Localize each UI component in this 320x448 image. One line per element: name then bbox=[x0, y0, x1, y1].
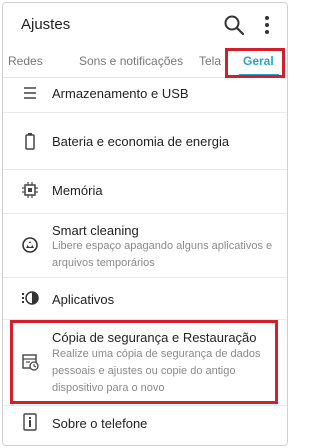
settings-item-title: Smart cleaning bbox=[52, 223, 139, 238]
settings-item-battery[interactable]: Bateria e economia de energia bbox=[3, 113, 287, 169]
settings-item-storage[interactable]: Armazenamento e USB bbox=[3, 78, 287, 108]
settings-item-about-phone[interactable]: Sobre o telefone bbox=[3, 406, 287, 442]
page-title: Ajustes bbox=[21, 16, 71, 33]
apps-icon bbox=[21, 289, 39, 307]
battery-icon bbox=[21, 132, 39, 150]
memory-chip-icon bbox=[21, 181, 39, 199]
smart-cleaning-icon bbox=[21, 236, 39, 254]
settings-item-smart-cleaning[interactable]: Smart cleaning Libere espaço apagando al… bbox=[3, 214, 287, 276]
settings-item-title: Bateria e economia de energia bbox=[52, 134, 230, 149]
highlight-box-geral-tab bbox=[225, 48, 285, 78]
settings-item-apps[interactable]: Aplicativos bbox=[3, 278, 287, 318]
app-bar: Ajustes bbox=[3, 3, 287, 43]
settings-item-memory[interactable]: Memória bbox=[3, 170, 287, 212]
settings-item-title: Memória bbox=[52, 183, 103, 198]
info-icon bbox=[21, 413, 39, 431]
tab-tela[interactable]: Tela bbox=[199, 54, 221, 68]
tab-redes[interactable]: Redes bbox=[8, 54, 43, 68]
settings-screen: Ajustes Redes Sons e notificações Tela G… bbox=[2, 2, 288, 446]
settings-item-title: Aplicativos bbox=[52, 292, 115, 307]
settings-item-title: Armazenamento e USB bbox=[52, 86, 189, 101]
storage-icon bbox=[21, 84, 39, 102]
settings-item-subtitle: Libere espaço apagando alguns aplicativo… bbox=[52, 240, 273, 269]
tab-sons-e-notificacoes[interactable]: Sons e notificações bbox=[79, 54, 183, 68]
highlight-box-backup-row bbox=[10, 320, 278, 404]
search-icon[interactable] bbox=[222, 13, 246, 37]
more-options-icon[interactable] bbox=[255, 13, 279, 37]
settings-item-title: Sobre o telefone bbox=[52, 416, 148, 431]
